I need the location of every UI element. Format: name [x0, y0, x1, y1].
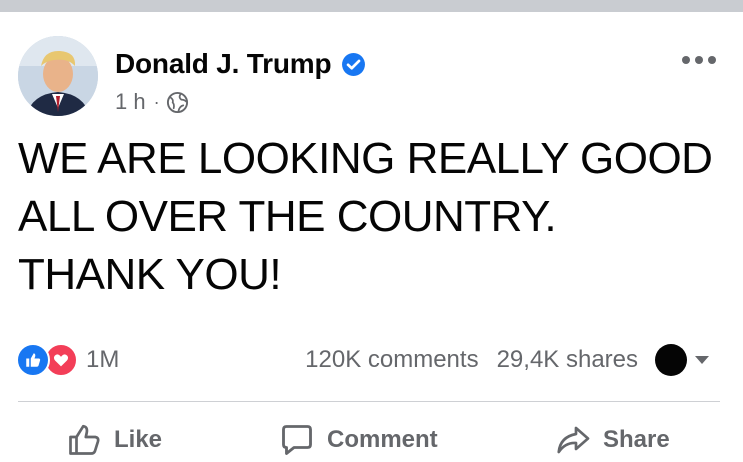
like-button[interactable]: Like [66, 422, 162, 458]
post-meta: 1 h · [115, 88, 189, 116]
feed-separator [0, 0, 743, 12]
share-button[interactable]: Share [555, 422, 670, 458]
reactions-summary[interactable]: 1M [16, 343, 119, 377]
more-dot [682, 56, 690, 64]
chevron-down-icon [695, 356, 709, 364]
post-card: Donald J. Trump 1 h · WE ARE LOOKING REA… [0, 12, 743, 455]
author-name[interactable]: Donald J. Trump [115, 48, 332, 80]
post-text-line: WE ARE LOOKING REALLY GOOD [18, 134, 713, 183]
globe-icon[interactable] [166, 91, 189, 114]
avatar[interactable] [18, 36, 98, 116]
comment-icon [282, 425, 312, 455]
like-label: Like [114, 426, 163, 453]
timestamp[interactable]: 1 h [115, 89, 146, 115]
shares-count[interactable]: 29,4K shares [497, 346, 638, 374]
more-dot [695, 56, 703, 64]
comments-count[interactable]: 120K comments [305, 346, 478, 374]
more-dot [708, 56, 716, 64]
verified-badge-icon [342, 53, 365, 76]
meta-separator: · [153, 91, 160, 112]
action-bar: Like Comment Share [0, 422, 743, 462]
reactions-count: 1M [86, 346, 120, 373]
post-text: WE ARE LOOKING REALLY GOOD ALL OVER THE … [18, 130, 733, 304]
engagement-stats: 120K comments 29,4K shares [305, 346, 638, 374]
comment-label: Comment [327, 426, 438, 453]
share-label: Share [603, 426, 670, 453]
like-icon [16, 343, 50, 377]
post-text-line: THANK YOU! [18, 250, 282, 299]
more-options-icon[interactable] [682, 50, 722, 70]
comment-button[interactable]: Comment [279, 422, 438, 458]
react-as-selector[interactable] [655, 344, 711, 376]
profile-avatar [655, 344, 687, 376]
divider [18, 401, 720, 402]
thumbs-up-icon [69, 424, 100, 455]
post-text-line: ALL OVER THE COUNTRY. [18, 192, 557, 241]
share-icon [557, 426, 590, 454]
